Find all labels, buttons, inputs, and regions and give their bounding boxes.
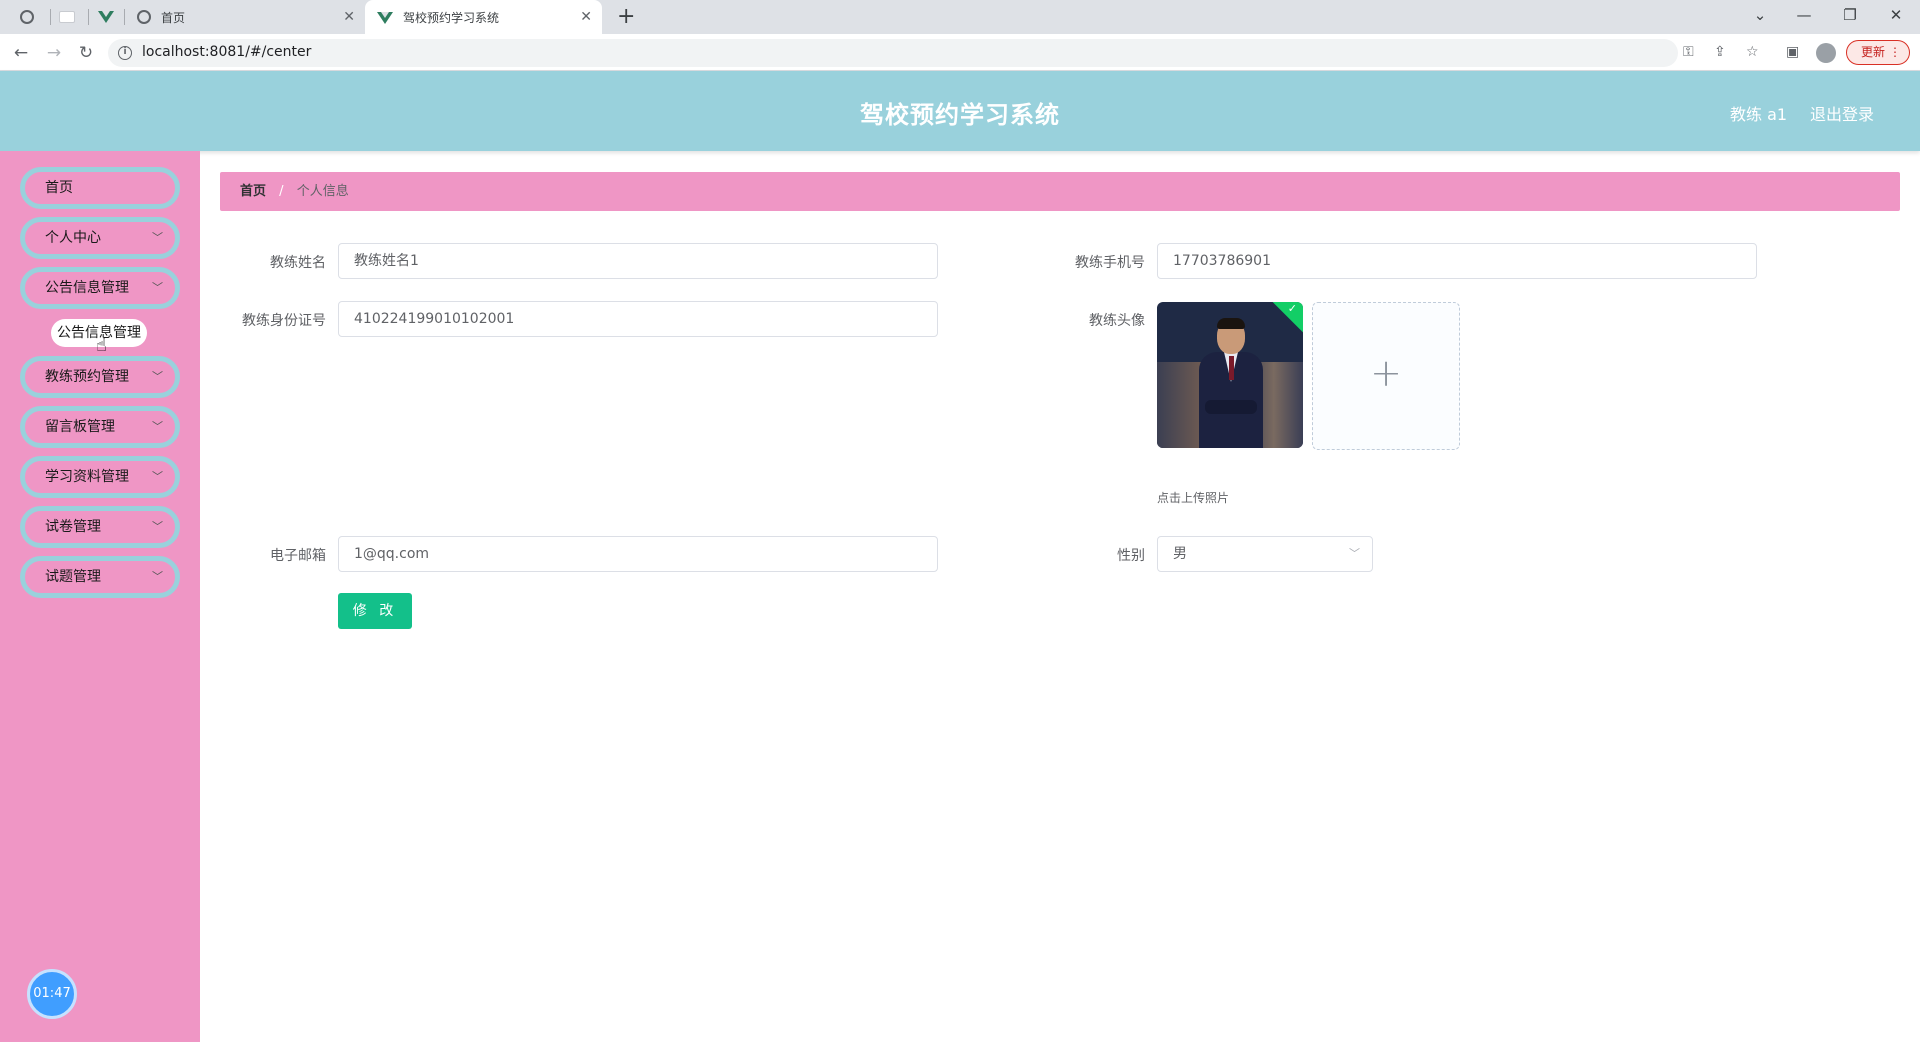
sidebar-item-label: 留言板管理 [45,419,115,435]
sidepanel-icon[interactable]: ▣ [1786,44,1799,60]
sidebar-item-exam-papers[interactable]: 试卷管理 ﹀ [20,506,180,548]
tab-separator [88,9,89,25]
sidebar-item-study-materials[interactable]: 学习资料管理 ﹀ [20,456,180,498]
minimize-button[interactable]: — [1784,4,1824,26]
upload-tip: 点击上传照片 [1157,491,1230,505]
app-title: 驾校预约学习系统 [860,101,1060,129]
globe-icon [137,10,151,25]
menu-dots-icon: ⋮ [1889,45,1901,59]
vue-icon [98,11,114,23]
forward-button[interactable]: → [42,41,66,65]
pinned-tab-vue[interactable] [91,0,121,34]
tab-active-system[interactable]: 驾校预约学习系统 ✕ [365,0,602,34]
globe-icon [20,10,34,24]
sidebar-item-label: 公告信息管理 [45,280,129,296]
timer-badge[interactable]: 01:47 [27,969,77,1019]
photo-arms [1205,400,1257,414]
sidebar-item-coach-booking[interactable]: 教练预约管理 ﹀ [20,356,180,398]
avatar-upload-button[interactable]: + [1312,302,1460,450]
photo-tie [1229,356,1234,380]
vue-icon [377,10,393,24]
pinned-tab-blank[interactable] [52,0,82,34]
tab-title: 驾校预约学习系统 [403,10,500,25]
app-header: 驾校预约学习系统 教练 a1 退出登录 [0,71,1920,151]
breadcrumb-separator: / [279,184,284,199]
sidebar-item-message-board[interactable]: 留言板管理 ﹀ [20,406,180,448]
sidebar-item-notice-management[interactable]: 公告信息管理 ﹀ [20,267,180,309]
chevron-down-icon: ﹀ [1349,547,1360,560]
breadcrumb: 首页 / 个人信息 [220,172,1900,211]
sidebar-item-label: 教练预约管理 [45,369,129,385]
coach-phone-input[interactable]: 17703786901 [1157,243,1757,279]
new-tab-button[interactable]: + [617,4,635,30]
check-icon: ✓ [1287,302,1297,315]
chevron-down-icon: ﹀ [152,520,163,533]
star-icon[interactable]: ☆ [1746,44,1759,60]
coach-avatar-label: 教练头像 [1089,313,1145,329]
browser-toolbar: ← → ↻ i localhost:8081/#/center ⚿ ⇪ ☆ ▣ … [0,34,1920,71]
coach-name-label: 教练姓名 [270,255,326,271]
photo-hair [1217,318,1245,329]
hand-cursor-icon: ☝ [96,335,107,356]
chevron-down-icon: ﹀ [152,370,163,383]
sidebar: 首页 个人中心 ﹀ 公告信息管理 ﹀ 教练预约管理 ﹀ 留言板管理 ﹀ 学习资料… [0,151,200,1042]
sidebar-item-home[interactable]: 首页 [20,167,180,209]
url-text[interactable]: localhost:8081/#/center [142,44,311,60]
current-user: 教练 a1 [1730,105,1788,124]
coach-idcard-label: 教练身份证号 [242,313,326,329]
restore-button[interactable]: ❐ [1830,4,1870,26]
tab-title: 首页 [161,10,186,25]
info-icon[interactable]: i [118,46,132,60]
chevron-down-icon: ﹀ [152,281,163,294]
coach-avatar-image[interactable]: ✓ [1157,302,1303,448]
reload-button[interactable]: ↻ [74,41,98,65]
sidebar-item-questions[interactable]: 试题管理 ﹀ [20,556,180,598]
email-input[interactable]: 1@qq.com [338,536,938,572]
gender-value: 男 [1173,546,1187,562]
logout-link[interactable]: 退出登录 [1810,101,1874,125]
address-bar[interactable]: i localhost:8081/#/center ⚿ ⇪ ☆ [108,39,1759,67]
plus-icon: + [1370,351,1402,395]
tab-separator [50,9,51,25]
window-close-button[interactable]: ✕ [1876,4,1916,26]
update-label: 更新 [1861,45,1886,59]
coach-phone-label: 教练手机号 [1075,255,1145,271]
tab-search-icon[interactable]: ⌄ [1740,4,1780,26]
email-label: 电子邮箱 [270,548,326,564]
share-icon[interactable]: ⇪ [1714,44,1726,60]
chevron-down-icon: ﹀ [152,570,163,583]
chevron-down-icon: ﹀ [152,231,163,244]
coach-name-input[interactable]: 教练姓名1 [338,243,938,279]
close-tab-icon[interactable]: ✕ [343,9,355,25]
gender-label: 性别 [1117,548,1145,564]
modify-button[interactable]: 修 改 [338,593,412,629]
sidebar-item-label: 试题管理 [45,569,101,585]
sidebar-item-label: 试卷管理 [45,519,101,535]
tab-home[interactable]: 首页 ✕ [125,0,365,34]
chevron-down-icon: ﹀ [152,470,163,483]
sidebar-item-personal-center[interactable]: 个人中心 ﹀ [20,217,180,259]
gender-select[interactable]: 男 ﹀ [1157,536,1373,572]
close-tab-icon[interactable]: ✕ [580,9,592,25]
browser-tabstrip: 首页 ✕ 驾校预约学习系统 ✕ + ⌄ — ❐ ✕ [0,0,1920,34]
coach-idcard-input[interactable]: 410224199010102001 [338,301,938,337]
breadcrumb-current: 个人信息 [296,184,349,199]
breadcrumb-home[interactable]: 首页 [240,184,266,199]
sidebar-item-label: 个人中心 [45,230,101,246]
blank-page-icon [59,11,75,23]
sidebar-item-label: 首页 [45,180,73,196]
chevron-down-icon: ﹀ [152,420,163,433]
pinned-tab-globe[interactable] [12,0,42,34]
back-button[interactable]: ← [9,41,33,65]
profile-icon[interactable] [1816,43,1836,63]
update-button[interactable]: 更新 ⋮ [1846,40,1910,65]
key-icon[interactable]: ⚿ [1683,44,1694,60]
sidebar-item-label: 学习资料管理 [45,469,129,485]
